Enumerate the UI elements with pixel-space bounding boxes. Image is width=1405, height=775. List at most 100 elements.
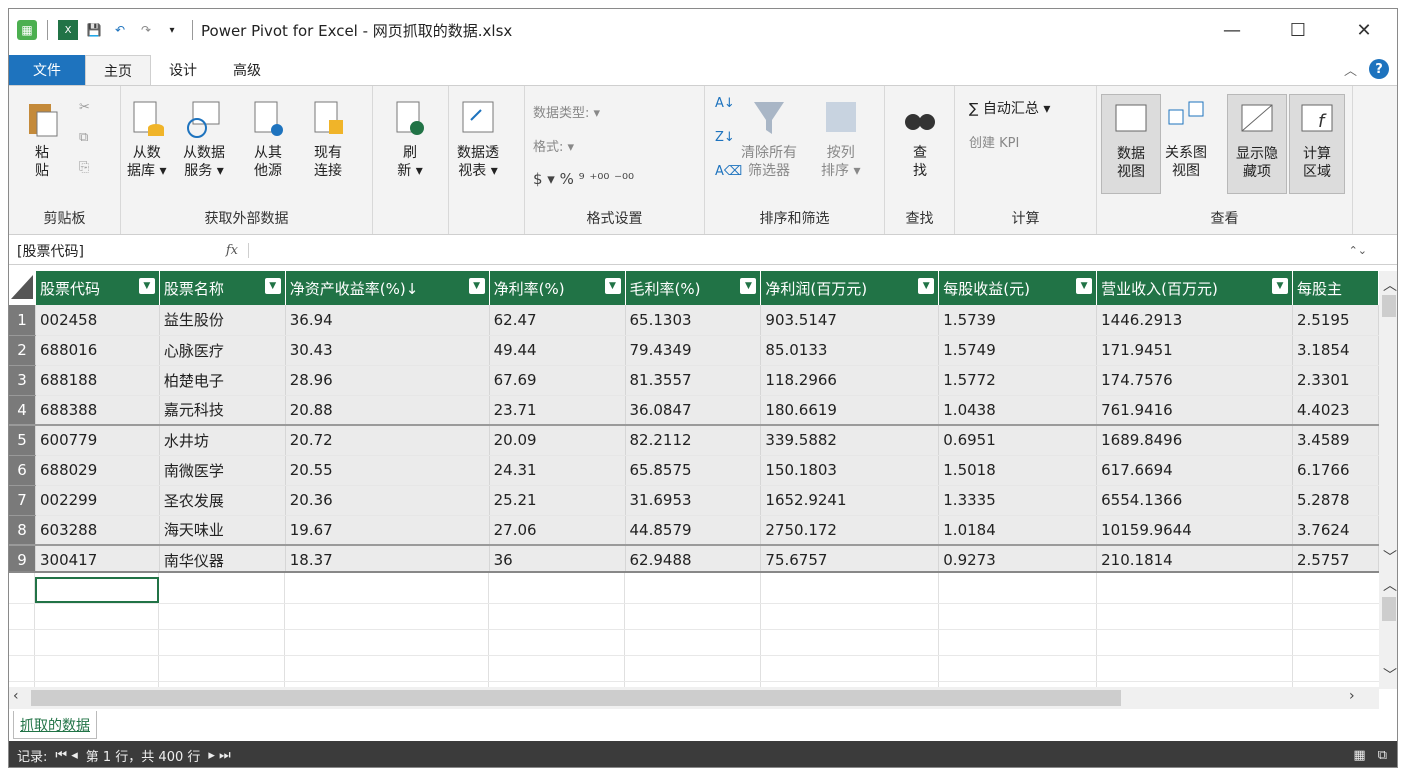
table-row[interactable]: 1 002458 益生股份 36.94 62.47 65.1303 903.5147 1.57… bbox=[9, 305, 1379, 336]
filter-dropdown-icon[interactable]: ▼ bbox=[1272, 278, 1288, 294]
tab-design[interactable]: 设计 bbox=[151, 55, 215, 85]
table-cell[interactable]: 62.47 bbox=[489, 305, 626, 336]
filter-dropdown-icon[interactable]: ▼ bbox=[264, 278, 281, 294]
table-cell[interactable]: 1689.8496 bbox=[1096, 424, 1293, 456]
data-view-button[interactable]: 数据 视图 bbox=[1101, 94, 1161, 194]
sheet-tab-scraped-data[interactable]: 抓取的数据 bbox=[13, 711, 97, 739]
from-database-button[interactable]: 从数 据库 ▾ bbox=[127, 98, 166, 180]
name-box[interactable]: [股票代码] bbox=[9, 241, 129, 261]
table-cell[interactable]: 180.6619 bbox=[760, 395, 940, 426]
diagram-view-button[interactable]: 关系图 视图 bbox=[1165, 98, 1207, 180]
table-cell[interactable]: 3.7624 bbox=[1292, 515, 1379, 546]
table-cell[interactable]: 118.2966 bbox=[760, 365, 940, 396]
table-cell[interactable]: 603288 bbox=[35, 515, 160, 546]
table-cell[interactable]: 81.3557 bbox=[625, 365, 762, 396]
table-cell[interactable]: 85.0133 bbox=[760, 335, 940, 366]
row-number[interactable]: 9 bbox=[9, 544, 36, 571]
table-cell[interactable]: 617.6694 bbox=[1096, 455, 1293, 486]
table-cell[interactable]: 44.8579 bbox=[625, 515, 762, 546]
refresh-button[interactable]: 刷 新 ▾ bbox=[391, 98, 429, 180]
scrollbar-thumb[interactable] bbox=[1382, 597, 1396, 621]
maximize-button[interactable]: ☐ bbox=[1265, 9, 1331, 51]
table-cell[interactable]: 心脉医疗 bbox=[159, 335, 286, 366]
table-cell[interactable]: 3.1854 bbox=[1292, 335, 1379, 366]
table-cell[interactable]: 23.71 bbox=[489, 395, 626, 426]
table-cell[interactable]: 150.1803 bbox=[760, 455, 940, 486]
table-cell[interactable]: 1.5749 bbox=[938, 335, 1098, 366]
table-cell[interactable]: 3.4589 bbox=[1292, 424, 1379, 456]
sort-desc-icon[interactable]: Z↓ bbox=[715, 130, 735, 145]
table-cell[interactable]: 36.94 bbox=[285, 305, 490, 336]
table-cell[interactable]: 20.88 bbox=[285, 395, 490, 426]
customize-qat-icon[interactable]: ▾ bbox=[162, 20, 182, 40]
row-number[interactable]: 7 bbox=[9, 485, 36, 516]
help-icon[interactable]: ? bbox=[1369, 59, 1389, 79]
table-cell[interactable]: 6.1766 bbox=[1292, 455, 1379, 486]
table-cell[interactable]: 2.3301 bbox=[1292, 365, 1379, 396]
table-cell[interactable]: 27.06 bbox=[489, 515, 626, 546]
table-cell[interactable]: 688016 bbox=[35, 335, 160, 366]
select-all-corner[interactable] bbox=[9, 271, 36, 305]
filter-dropdown-icon[interactable]: ▼ bbox=[138, 278, 155, 294]
table-cell[interactable]: 65.1303 bbox=[625, 305, 762, 336]
table-cell[interactable]: 82.2112 bbox=[625, 424, 762, 456]
table-cell[interactable]: 水井坊 bbox=[159, 424, 286, 456]
table-cell[interactable]: 339.5882 bbox=[760, 424, 940, 456]
row-number[interactable]: 3 bbox=[9, 365, 36, 396]
table-cell[interactable]: 1.0438 bbox=[938, 395, 1098, 426]
nav-first-prev-buttons[interactable]: ⏮ ◂ bbox=[55, 748, 77, 763]
grid-view-icon[interactable]: ▦ bbox=[1353, 748, 1365, 763]
currency-format-row[interactable]: $ ▾ % ⁹ ⁺⁰⁰ ⁻⁰⁰ bbox=[533, 170, 634, 188]
save-icon[interactable]: 💾 bbox=[84, 20, 104, 40]
table-cell[interactable]: 2750.172 bbox=[760, 515, 940, 546]
scroll-up-icon[interactable]: ︿ bbox=[1383, 575, 1397, 595]
row-number[interactable]: 2 bbox=[9, 335, 36, 366]
table-cell[interactable]: 20.72 bbox=[285, 424, 490, 456]
calculation-area[interactable] bbox=[9, 571, 1379, 691]
nav-next-last-buttons[interactable]: ▸ ⏭ bbox=[208, 748, 230, 763]
table-cell[interactable]: 49.44 bbox=[489, 335, 626, 366]
table-cell[interactable]: 5.2878 bbox=[1292, 485, 1379, 516]
table-cell[interactable]: 65.8575 bbox=[625, 455, 762, 486]
fx-icon[interactable]: fx bbox=[129, 243, 249, 258]
find-button[interactable]: 查 找 bbox=[901, 98, 939, 180]
table-cell[interactable]: 19.67 bbox=[285, 515, 490, 546]
table-cell[interactable]: 嘉元科技 bbox=[159, 395, 286, 426]
table-cell[interactable]: 圣农发展 bbox=[159, 485, 286, 516]
table-cell[interactable]: 6554.1366 bbox=[1096, 485, 1293, 516]
table-row[interactable]: 4 688388 嘉元科技 20.88 23.71 36.0847 180.6619 1.04… bbox=[9, 395, 1379, 426]
row-number[interactable]: 5 bbox=[9, 424, 36, 456]
table-cell[interactable]: 30.43 bbox=[285, 335, 490, 366]
clear-all-filters-button[interactable]: 清除所有 筛选器 bbox=[741, 98, 797, 180]
column-header[interactable]: 每股主 bbox=[1292, 271, 1379, 305]
table-cell[interactable]: 2.5195 bbox=[1292, 305, 1379, 336]
table-cell[interactable]: 2.5757 bbox=[1292, 544, 1379, 571]
table-cell[interactable]: 1.5739 bbox=[938, 305, 1098, 336]
filter-dropdown-icon[interactable]: ▼ bbox=[740, 278, 757, 294]
data-type-dropdown[interactable]: 数据类型: ▾ bbox=[533, 102, 600, 121]
selected-cell[interactable] bbox=[35, 577, 159, 603]
tab-advanced[interactable]: 高级 bbox=[215, 55, 279, 85]
table-cell[interactable]: 1652.9241 bbox=[760, 485, 940, 516]
table-cell[interactable]: 600779 bbox=[35, 424, 160, 456]
table-row[interactable]: 6 688029 南微医学 20.55 24.31 65.8575 150.1803 1.50… bbox=[9, 455, 1379, 486]
table-cell[interactable]: 903.5147 bbox=[760, 305, 940, 336]
table-cell[interactable]: 4.4023 bbox=[1292, 395, 1379, 426]
table-cell[interactable]: 0.9273 bbox=[938, 544, 1098, 571]
filter-dropdown-icon[interactable]: ▼ bbox=[1076, 278, 1093, 294]
table-cell[interactable]: 24.31 bbox=[489, 455, 626, 486]
table-cell[interactable]: 300417 bbox=[35, 544, 160, 571]
table-cell[interactable]: 海天味业 bbox=[159, 515, 286, 546]
copy-format-icon[interactable]: ⎘ bbox=[79, 160, 89, 175]
column-header[interactable]: 净利润(百万元) ▼ bbox=[760, 271, 940, 305]
column-header[interactable]: 毛利率(%) ▼ bbox=[625, 271, 762, 305]
scroll-left-icon[interactable]: ‹ bbox=[13, 688, 19, 704]
copy-icon[interactable]: ⧉ bbox=[79, 130, 88, 145]
table-cell[interactable]: 柏楚电子 bbox=[159, 365, 286, 396]
table-cell[interactable]: 18.37 bbox=[285, 544, 490, 571]
pivot-table-button[interactable]: 数据透 视表 ▾ bbox=[457, 98, 499, 180]
scroll-down-icon[interactable]: ﹀ bbox=[1383, 547, 1397, 567]
table-cell[interactable]: 20.55 bbox=[285, 455, 490, 486]
table-cell[interactable]: 1.5772 bbox=[938, 365, 1098, 396]
table-cell[interactable]: 171.9451 bbox=[1096, 335, 1293, 366]
